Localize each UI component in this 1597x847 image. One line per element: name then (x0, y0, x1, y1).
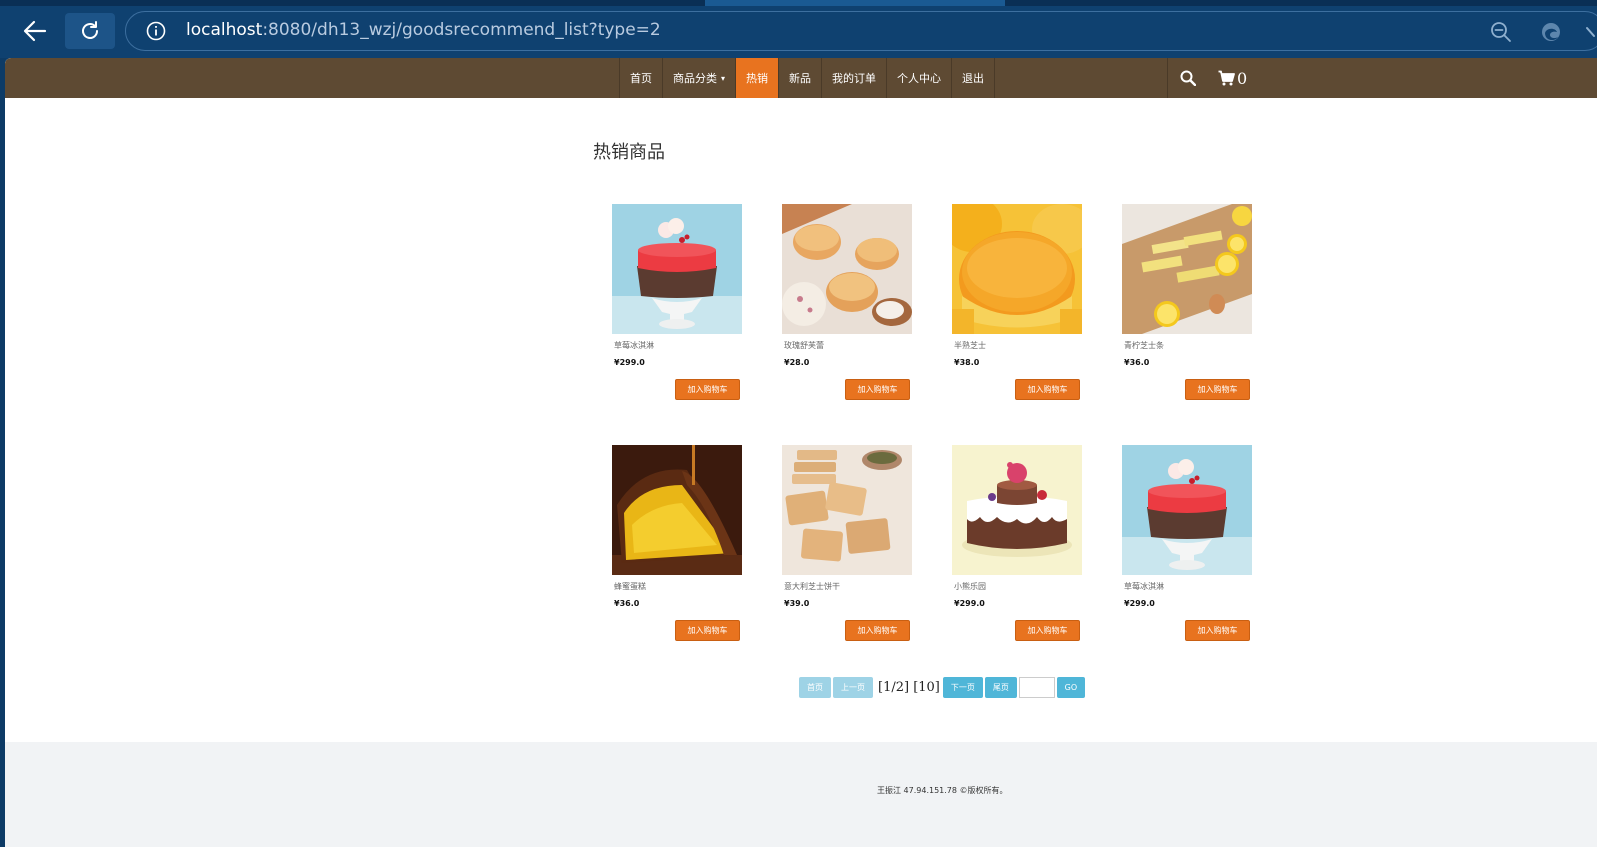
nav-item-home[interactable]: 首页 (619, 58, 662, 98)
web-page: 首页 商品分类 ▾ 热销 新品 我的订单 个人中心 退出 0 热销商品 草莓冰淇… (5, 58, 1597, 847)
product-grid: 草莓冰淇淋 ¥299.0 加入购物车 玫瑰舒芙蕾 ¥28.0 加入购物车 半熟芝… (612, 204, 1272, 686)
footer: 王振江 47.94.151.78 ©版权所有。 (5, 742, 1597, 847)
add-to-cart-button[interactable]: 加入购物车 (675, 620, 740, 641)
cart-icon (1218, 70, 1235, 86)
add-to-cart-button[interactable]: 加入购物车 (845, 379, 910, 400)
nav-item-new[interactable]: 新品 (778, 58, 821, 98)
product-image[interactable] (952, 204, 1082, 334)
product-image[interactable] (612, 445, 742, 575)
product-price: ¥36.0 (614, 599, 640, 608)
go-button[interactable]: GO (1056, 677, 1085, 698)
add-to-cart-button[interactable]: 加入购物车 (1185, 620, 1250, 641)
product-image[interactable] (952, 445, 1082, 575)
search-button[interactable] (1168, 58, 1208, 98)
url-text[interactable]: localhost:8080/dh13_wzj/goodsrecommend_l… (186, 20, 661, 40)
product-card: 青柠芝士条 ¥36.0 加入购物车 (1122, 204, 1252, 445)
product-price: ¥38.0 (954, 358, 980, 367)
product-price: ¥36.0 (1124, 358, 1150, 367)
reload-button[interactable] (65, 13, 115, 49)
page-number-input[interactable] (1018, 677, 1055, 698)
product-name[interactable]: 草莓冰淇淋 (614, 340, 654, 351)
add-to-cart-button[interactable]: 加入购物车 (1015, 620, 1080, 641)
back-button[interactable] (18, 16, 52, 46)
product-price: ¥39.0 (784, 599, 810, 608)
product-name[interactable]: 小熊乐园 (954, 581, 986, 592)
nav-item-label: 热销 (746, 72, 769, 85)
next-page-button[interactable]: 下一页 (942, 677, 983, 698)
arrow-left-icon (23, 20, 47, 42)
product-card: 草莓冰淇淋 ¥299.0 加入购物车 (1122, 445, 1252, 686)
search-icon (1180, 70, 1196, 86)
nav-item-label: 我的订单 (832, 72, 877, 85)
cart-count: 0 (1237, 68, 1248, 88)
product-image[interactable] (612, 204, 742, 334)
product-card: 意大利芝士饼干 ¥39.0 加入购物车 (782, 445, 912, 686)
nav-item-hot[interactable]: 热销 (735, 58, 779, 98)
page-info: [1/2] [10] (878, 680, 940, 695)
prev-page-button[interactable]: 上一页 (833, 677, 873, 698)
active-tab-indicator[interactable] (705, 0, 1005, 6)
nav-item-logout[interactable]: 退出 (951, 58, 996, 98)
add-to-cart-button[interactable]: 加入购物车 (1015, 379, 1080, 400)
product-card: 蜂蜜蛋糕 ¥36.0 加入购物车 (612, 445, 742, 686)
add-to-cart-button[interactable]: 加入购物车 (675, 379, 740, 400)
nav-item-label: 商品分类 (673, 72, 717, 85)
product-name[interactable]: 玫瑰舒芙蕾 (784, 340, 824, 351)
nav-right: 0 (1167, 58, 1247, 98)
add-to-cart-button[interactable]: 加入购物车 (1185, 379, 1250, 400)
product-price: ¥28.0 (784, 358, 810, 367)
product-price: ¥299.0 (1124, 599, 1155, 608)
info-icon[interactable] (146, 21, 166, 41)
product-name[interactable]: 草莓冰淇淋 (1124, 581, 1164, 592)
nav-item-label: 首页 (630, 72, 652, 85)
product-name[interactable]: 半熟芝士 (954, 340, 986, 351)
nav-item-label: 新品 (789, 72, 812, 85)
add-to-cart-button[interactable]: 加入购物车 (845, 620, 910, 641)
address-bar[interactable]: localhost:8080/dh13_wzj/goodsrecommend_l… (125, 11, 1597, 51)
caret-down-icon: ▾ (721, 73, 726, 83)
tab-strip (0, 0, 1597, 6)
zoom-out-icon[interactable] (1490, 21, 1512, 43)
product-price: ¥299.0 (614, 358, 645, 367)
url-host: localhost (186, 20, 263, 40)
product-price: ¥299.0 (954, 599, 985, 608)
product-card: 玫瑰舒芙蕾 ¥28.0 加入购物车 (782, 204, 912, 445)
product-image[interactable] (1122, 445, 1252, 575)
browser-extension-icon[interactable] (1540, 21, 1562, 43)
navbar: 首页 商品分类 ▾ 热销 新品 我的订单 个人中心 退出 0 (5, 58, 1597, 98)
product-name[interactable]: 蜂蜜蛋糕 (614, 581, 646, 592)
product-name[interactable]: 意大利芝士饼干 (784, 581, 840, 592)
first-page-button[interactable]: 首页 (799, 677, 831, 698)
page-title: 热销商品 (593, 142, 665, 163)
nav-menu: 首页 商品分类 ▾ 热销 新品 我的订单 个人中心 退出 (619, 58, 996, 98)
cart-button[interactable]: 0 (1208, 58, 1247, 98)
nav-item-label: 退出 (962, 72, 985, 85)
url-path: :8080/dh13_wzj/goodsrecommend_list?type=… (262, 20, 661, 40)
product-image[interactable] (782, 445, 912, 575)
reload-icon (82, 21, 98, 39)
product-image[interactable] (1122, 204, 1252, 334)
nav-item-profile[interactable]: 个人中心 (886, 58, 951, 98)
last-page-button[interactable]: 尾页 (984, 677, 1017, 698)
product-card: 草莓冰淇淋 ¥299.0 加入购物车 (612, 204, 742, 445)
product-image[interactable] (782, 204, 912, 334)
nav-item-categories[interactable]: 商品分类 ▾ (662, 58, 735, 98)
browser-toolbar: localhost:8080/dh13_wzj/goodsrecommend_l… (0, 0, 1597, 58)
more-icon[interactable] (1584, 22, 1597, 42)
product-card: 半熟芝士 ¥38.0 加入购物车 (952, 204, 1082, 445)
nav-item-label: 个人中心 (897, 72, 942, 85)
pagination: 首页 上一页 [1/2] [10] 下一页 尾页 GO (799, 677, 1087, 698)
product-name[interactable]: 青柠芝士条 (1124, 340, 1164, 351)
product-card: 小熊乐园 ¥299.0 加入购物车 (952, 445, 1082, 686)
copyright-text: 王振江 47.94.151.78 ©版权所有。 (877, 786, 1008, 795)
nav-item-orders[interactable]: 我的订单 (821, 58, 886, 98)
